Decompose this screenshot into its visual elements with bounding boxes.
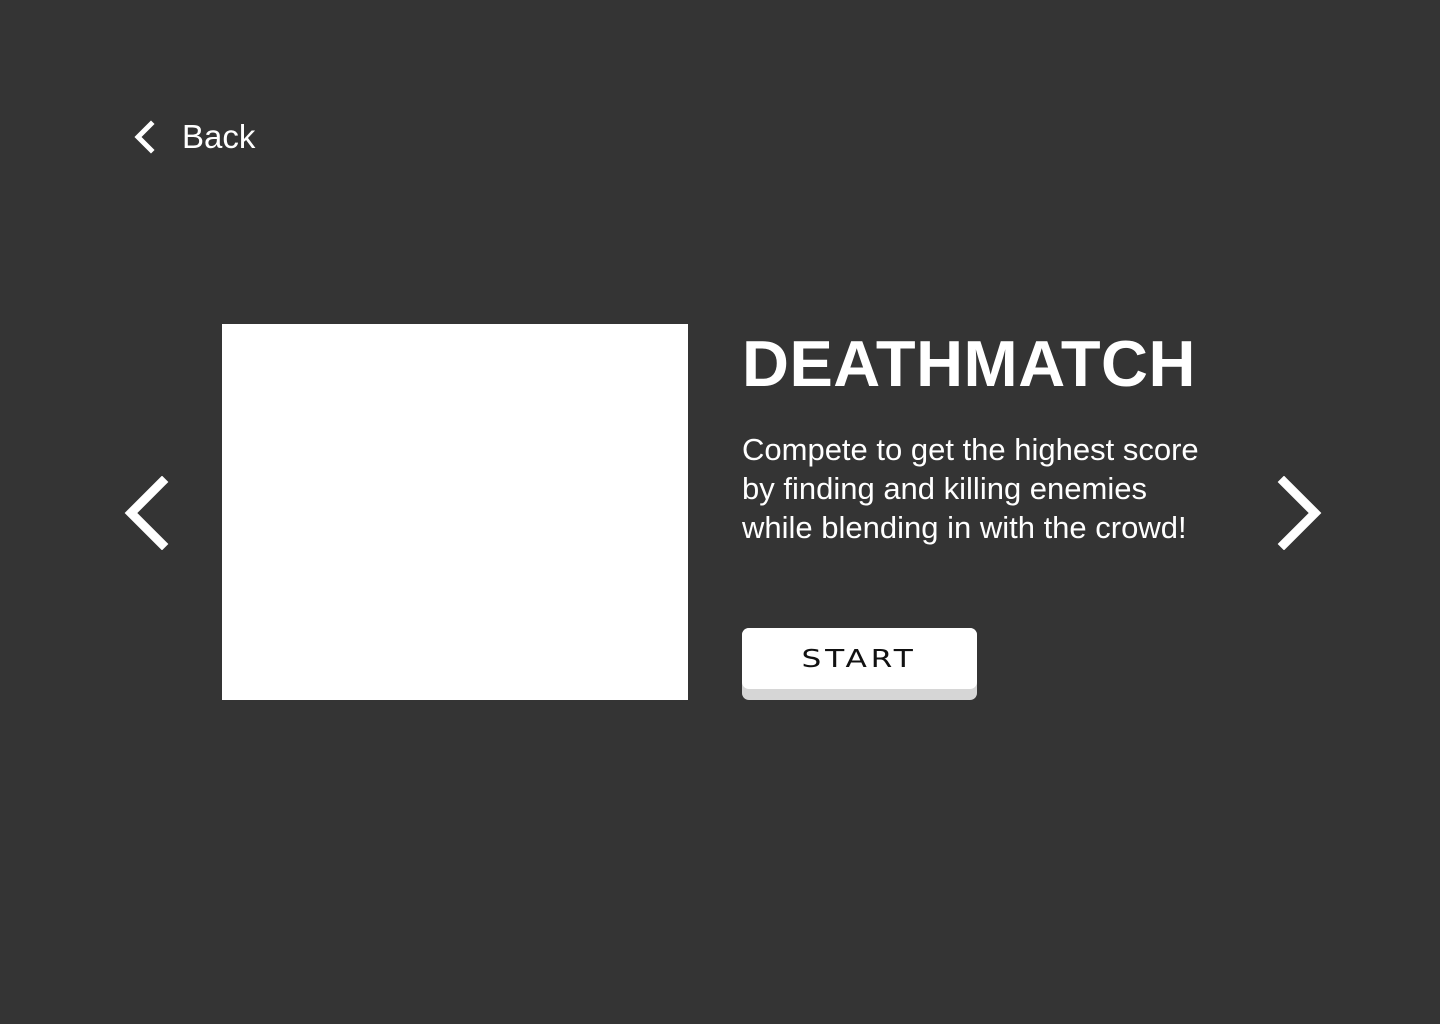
mode-description: Compete to get the highest score by find… <box>742 432 1199 545</box>
start-button-label: START <box>801 644 918 673</box>
game-mode-select-screen: Back DEATHMATCH Compete to get the highe… <box>0 0 1440 1024</box>
back-label: Back <box>182 118 256 155</box>
chevron-left-icon <box>134 120 155 154</box>
mode-title: DEATHMATCH <box>742 327 1196 400</box>
back-button[interactable]: Back <box>130 112 255 162</box>
mode-info-panel: DEATHMATCH Compete to get the highest sc… <box>742 326 1242 547</box>
next-mode-button[interactable] <box>1276 475 1326 551</box>
previous-mode-button[interactable] <box>120 475 170 551</box>
mode-preview-image <box>222 324 688 700</box>
start-button[interactable]: START <box>742 628 977 700</box>
chevron-left-icon <box>124 475 169 551</box>
start-button-face: START <box>742 628 977 689</box>
chevron-right-icon <box>1277 475 1322 551</box>
